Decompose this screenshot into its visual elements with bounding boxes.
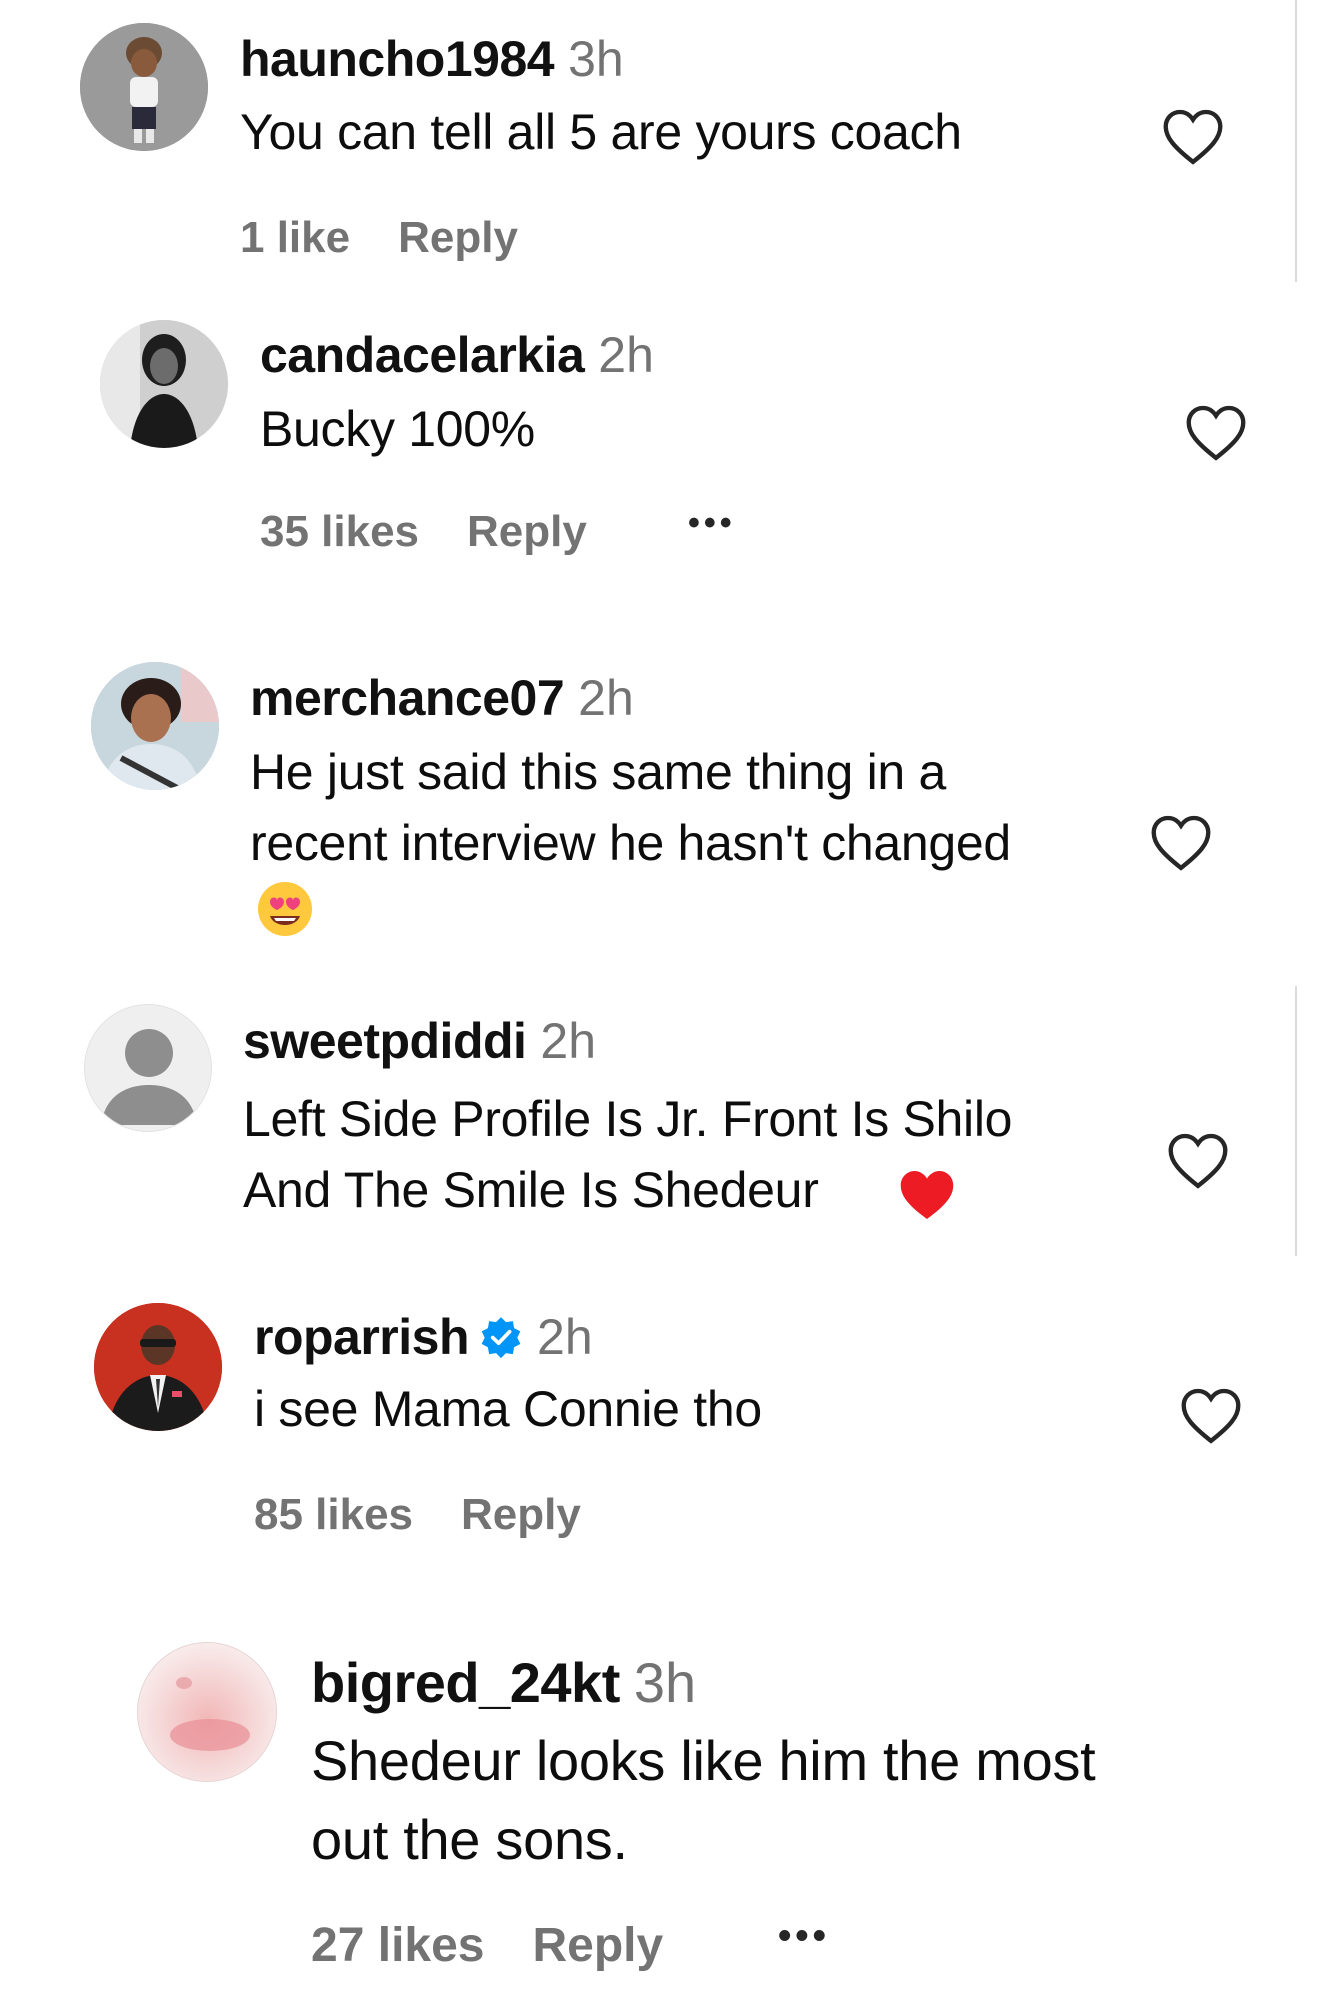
username[interactable]: bigred_24kt xyxy=(311,1651,620,1714)
red-heart-emoji-icon xyxy=(900,1171,954,1219)
comment-text-line: out the sons. xyxy=(311,1808,628,1871)
comment-text: You can tell all 5 are yours coach xyxy=(240,104,962,160)
comment-text-line: Left Side Profile Is Jr. Front Is Shilo xyxy=(243,1091,1013,1147)
username[interactable]: roparrish xyxy=(254,1308,470,1366)
bw-photo-avatar-icon xyxy=(100,320,228,448)
reply-button[interactable]: Reply xyxy=(398,213,518,262)
like-button[interactable] xyxy=(1178,1385,1244,1450)
selfie-avatar-icon xyxy=(91,662,219,790)
like-button[interactable] xyxy=(1148,812,1214,877)
comment-text-line: He just said this same thing in a xyxy=(250,744,947,800)
more-options-button[interactable]: ••• xyxy=(778,1915,830,1958)
pink-blur-avatar-icon xyxy=(138,1643,276,1781)
avatar[interactable] xyxy=(84,1004,212,1132)
timestamp[interactable]: 3h xyxy=(568,31,624,87)
avatar[interactable] xyxy=(137,1642,277,1782)
default-user-avatar-icon xyxy=(85,1005,211,1131)
heart-outline-icon xyxy=(1163,109,1223,165)
verified-badge-icon xyxy=(481,1317,521,1359)
avatar[interactable] xyxy=(91,662,219,790)
heart-outline-icon xyxy=(1186,405,1246,461)
username[interactable]: merchance07 xyxy=(250,670,565,726)
cartoon-child-avatar-icon xyxy=(80,23,208,151)
heart-eyes-emoji xyxy=(256,880,314,938)
more-options-button[interactable]: ••• xyxy=(688,504,736,543)
reply-button[interactable]: Reply xyxy=(532,1919,663,1972)
suit-portrait-avatar-icon xyxy=(94,1303,222,1431)
comment-text: Bucky 100% xyxy=(260,401,535,457)
reply-button[interactable]: Reply xyxy=(467,507,587,556)
comment-header: bigred_24kt 3h xyxy=(311,1650,696,1715)
timestamp[interactable]: 2h xyxy=(540,1013,596,1069)
likes-count[interactable]: 85 likes xyxy=(254,1490,413,1539)
comment-text-line: Shedeur looks like him the most xyxy=(311,1729,1096,1792)
comment-header: merchance07 2h xyxy=(250,669,634,727)
comment-header: roparrish 2h xyxy=(254,1308,593,1366)
comment-header: sweetpdiddi 2h xyxy=(243,1012,596,1070)
heart-outline-icon xyxy=(1168,1133,1228,1189)
heart-eyes-emoji-icon xyxy=(258,882,312,936)
red-heart-emoji xyxy=(897,1166,957,1222)
scrollbar-track[interactable] xyxy=(1295,0,1297,282)
like-button[interactable] xyxy=(1183,402,1249,467)
comment-text: i see Mama Connie tho xyxy=(254,1381,762,1437)
likes-count[interactable]: 1 like xyxy=(240,213,350,262)
comment-header: candacelarkia 2h xyxy=(260,326,654,384)
likes-count[interactable]: 35 likes xyxy=(260,507,419,556)
timestamp[interactable]: 2h xyxy=(598,327,654,383)
avatar[interactable] xyxy=(94,1303,222,1431)
comment-text-line: recent interview he hasn't changed xyxy=(250,815,1011,871)
comment-text-line: And The Smile Is Shedeur xyxy=(243,1162,819,1218)
comment-header: hauncho1984 3h xyxy=(240,30,624,88)
username[interactable]: sweetpdiddi xyxy=(243,1013,527,1069)
username[interactable]: candacelarkia xyxy=(260,327,585,383)
timestamp[interactable]: 3h xyxy=(634,1651,696,1714)
scrollbar-track[interactable] xyxy=(1295,986,1297,1256)
avatar[interactable] xyxy=(100,320,228,448)
timestamp[interactable]: 2h xyxy=(578,670,634,726)
reply-button[interactable]: Reply xyxy=(461,1490,581,1539)
comment-actions: 1 like Reply xyxy=(240,213,518,263)
like-button[interactable] xyxy=(1160,106,1226,171)
comment-actions: 85 likes Reply xyxy=(254,1490,581,1540)
username[interactable]: hauncho1984 xyxy=(240,31,555,87)
likes-count[interactable]: 27 likes xyxy=(311,1919,484,1972)
comment-actions: 27 likes Reply xyxy=(311,1918,663,1973)
like-button[interactable] xyxy=(1165,1130,1231,1195)
timestamp[interactable]: 2h xyxy=(537,1308,593,1366)
avatar[interactable] xyxy=(80,23,208,151)
heart-outline-icon xyxy=(1181,1388,1241,1444)
heart-outline-icon xyxy=(1151,815,1211,871)
comment-actions: 35 likes Reply xyxy=(260,507,587,557)
